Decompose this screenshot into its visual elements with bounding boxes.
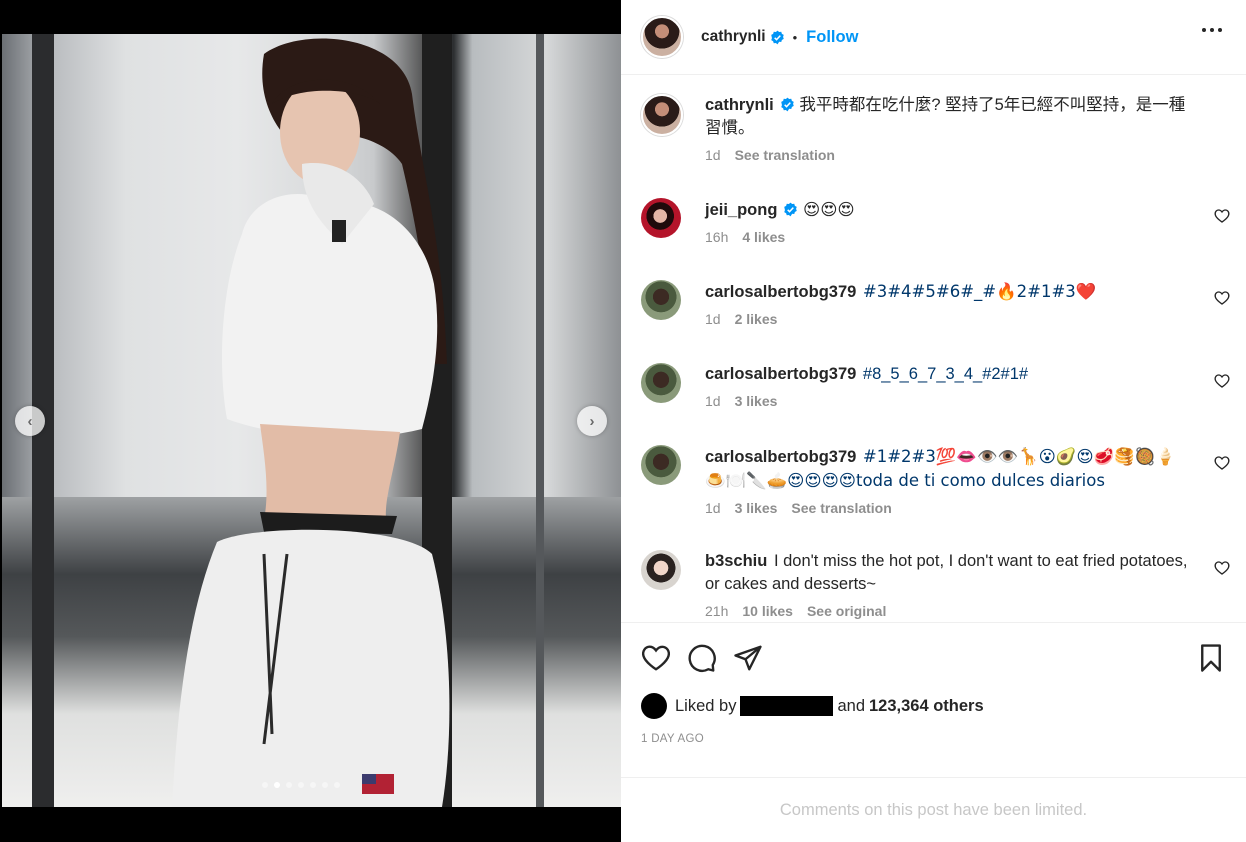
share-icon[interactable] <box>733 643 763 673</box>
caption-username[interactable]: cathrynli <box>705 96 774 114</box>
carousel-dot <box>298 782 304 788</box>
carousel-dot <box>334 782 340 788</box>
like-heart-icon[interactable] <box>641 643 671 673</box>
comment-username[interactable]: carlosalbertobg379 <box>705 448 856 466</box>
comment-username[interactable]: carlosalbertobg379 <box>705 283 856 301</box>
comment-item: jeii_pong 😍😍😍 16h 4 likes <box>641 198 1230 262</box>
carousel-prev-button[interactable]: ‹ <box>15 406 45 436</box>
verified-badge-icon <box>770 30 784 44</box>
verified-badge-icon <box>781 97 794 112</box>
comments-list[interactable]: cathrynli 我平時都在吃什麼? 堅持了5年已經不叫堅持，是一種習慣。 1… <box>621 76 1246 622</box>
comments-limited-notice: Comments on this post have been limited. <box>621 777 1246 842</box>
chevron-left-icon: ‹ <box>27 412 33 430</box>
see-original-link[interactable]: See original <box>807 602 886 620</box>
comment-time: 21h <box>705 603 729 619</box>
comment-item: b3schiu I don't miss the hot pot, I don'… <box>641 550 1230 622</box>
comment-likes[interactable]: 4 likes <box>742 228 785 246</box>
post-side-panel: cathrynli • Follow cathrynli 我平時都在吃什麼? 堅… <box>621 0 1246 842</box>
carousel-dot <box>322 782 328 788</box>
follow-button[interactable]: Follow <box>806 28 858 47</box>
comment-time: 1d <box>705 393 721 409</box>
carousel-dot <box>286 782 292 788</box>
carousel-indicator <box>262 782 340 788</box>
comment-avatar[interactable] <box>641 550 681 590</box>
comment-time: 1d <box>705 311 721 327</box>
post-media: ‹ › <box>0 0 621 842</box>
comment-likes[interactable]: 3 likes <box>735 499 778 517</box>
liker-avatar[interactable] <box>641 693 667 719</box>
more-options-icon[interactable] <box>1202 28 1222 32</box>
comment-username[interactable]: jeii_pong <box>705 201 777 219</box>
post-date[interactable]: 1 DAY AGO <box>641 733 704 745</box>
comment-avatar[interactable] <box>641 280 681 320</box>
heart-icon[interactable] <box>1214 455 1230 471</box>
caption: cathrynli 我平時都在吃什麼? 堅持了5年已經不叫堅持，是一種習慣。 1… <box>641 94 1230 174</box>
chevron-right-icon: › <box>589 412 595 430</box>
header-separator: • <box>792 29 798 45</box>
comment-icon[interactable] <box>687 643 717 673</box>
comment-text[interactable]: #3#4#5#6#_#🔥2#1#3❤️ <box>863 282 1096 301</box>
author-avatar[interactable] <box>641 16 683 58</box>
comment-text: 😍😍😍 <box>803 200 855 219</box>
comment-time: 1d <box>705 500 721 516</box>
see-translation-link[interactable]: See translation <box>791 499 891 517</box>
carousel-dot <box>310 782 316 788</box>
caption-avatar[interactable] <box>641 94 683 136</box>
comment-likes[interactable]: 3 likes <box>735 392 778 410</box>
liked-by-label: Liked by <box>675 696 737 715</box>
comment-text: I don't miss the hot pot, I don't want t… <box>705 552 1188 593</box>
comment-username[interactable]: b3schiu <box>705 552 767 570</box>
comment-avatar[interactable] <box>641 363 681 403</box>
comment-likes[interactable]: 10 likes <box>742 602 793 620</box>
post-header: cathrynli • Follow <box>621 0 1246 75</box>
comment-item: carlosalbertobg379 #1#2#3💯👄👁️👁️🦒😮🥑😍🥩🥞🥘🍦🍮… <box>641 445 1230 535</box>
carousel-next-button[interactable]: › <box>577 406 607 436</box>
comment-item: carlosalbertobg379 #8_5_6_7_3_4_#2#1# 1d… <box>641 363 1230 427</box>
carousel-dot-active <box>274 782 280 788</box>
likes-connector: and <box>837 696 865 715</box>
person-figure <box>172 38 450 807</box>
comment-avatar[interactable] <box>641 198 681 238</box>
likes-summary: Liked by and 123,364 others <box>641 693 984 719</box>
caption-time: 1d <box>705 147 721 163</box>
post-photo <box>2 34 621 807</box>
comment-time: 16h <box>705 229 729 245</box>
heart-icon[interactable] <box>1214 560 1230 576</box>
likes-count[interactable]: 123,364 others <box>869 697 984 716</box>
verified-badge-icon <box>784 202 798 217</box>
author-username[interactable]: cathrynli <box>701 28 766 46</box>
post-actions: Liked by and 123,364 others 1 DAY AGO Co… <box>621 622 1246 842</box>
comment-username[interactable]: carlosalbertobg379 <box>705 365 856 383</box>
comment-avatar[interactable] <box>641 445 681 485</box>
redacted-username <box>740 696 834 716</box>
comment-text[interactable]: #8_5_6_7_3_4_#2#1# <box>863 365 1028 383</box>
heart-icon[interactable] <box>1214 373 1230 389</box>
comment-likes[interactable]: 2 likes <box>735 310 778 328</box>
caption-text: 我平時都在吃什麼? 堅持了5年已經不叫堅持，是一種習慣。 <box>705 96 1186 137</box>
heart-icon[interactable] <box>1214 208 1230 224</box>
comment-item: carlosalbertobg379 #3#4#5#6#_#🔥2#1#3❤️ 1… <box>641 280 1230 344</box>
carousel-dot <box>262 782 268 788</box>
see-translation-link[interactable]: See translation <box>735 146 835 164</box>
bookmark-icon[interactable] <box>1196 643 1226 673</box>
heart-icon[interactable] <box>1214 290 1230 306</box>
